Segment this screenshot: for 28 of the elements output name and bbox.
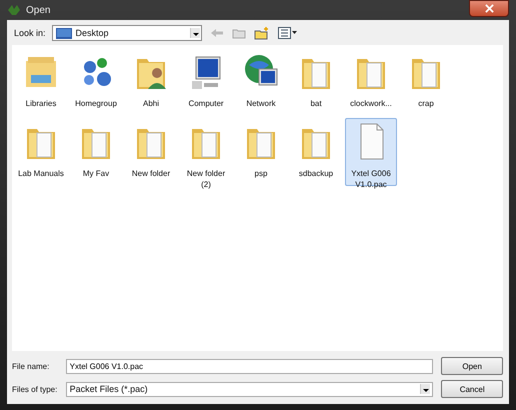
look-in-label: Look in: — [14, 28, 46, 38]
file-item[interactable]: sdbackup — [290, 118, 342, 186]
file-item[interactable]: Lab Manuals — [15, 118, 67, 186]
look-in-dropdown[interactable]: Desktop — [52, 25, 202, 41]
file-item[interactable]: bat — [290, 48, 342, 116]
view-menu-icon[interactable] — [278, 27, 298, 39]
file-type-label: Files of type: — [12, 384, 58, 394]
cancel-button[interactable]: Cancel — [441, 380, 503, 398]
file-item[interactable]: clockwork... — [345, 48, 397, 116]
desktop-icon — [56, 28, 72, 38]
file-item[interactable]: Computer — [180, 48, 232, 116]
window-title: Open — [26, 4, 52, 16]
file-item[interactable]: Libraries — [15, 48, 67, 116]
new-folder-icon[interactable] — [254, 26, 270, 40]
file-item[interactable]: My Fav — [70, 118, 122, 186]
file-type-dropdown[interactable]: Packet Files (*.pac) — [66, 382, 434, 396]
file-item[interactable]: crap — [400, 48, 452, 116]
file-name-field[interactable]: Yxtel G006 V1.0.pac — [66, 358, 434, 374]
file-item[interactable]: Homegroup — [70, 48, 122, 116]
file-item[interactable]: New folder — [125, 118, 177, 186]
open-button[interactable]: Open — [441, 357, 503, 375]
app-icon — [7, 4, 21, 16]
close-button[interactable] — [469, 0, 509, 17]
file-item[interactable]: Network — [235, 48, 287, 116]
file-item[interactable]: Abhi — [125, 48, 177, 116]
file-name-label: File name: — [12, 362, 50, 370]
file-item[interactable]: psp — [235, 118, 287, 186]
close-icon — [484, 4, 494, 13]
